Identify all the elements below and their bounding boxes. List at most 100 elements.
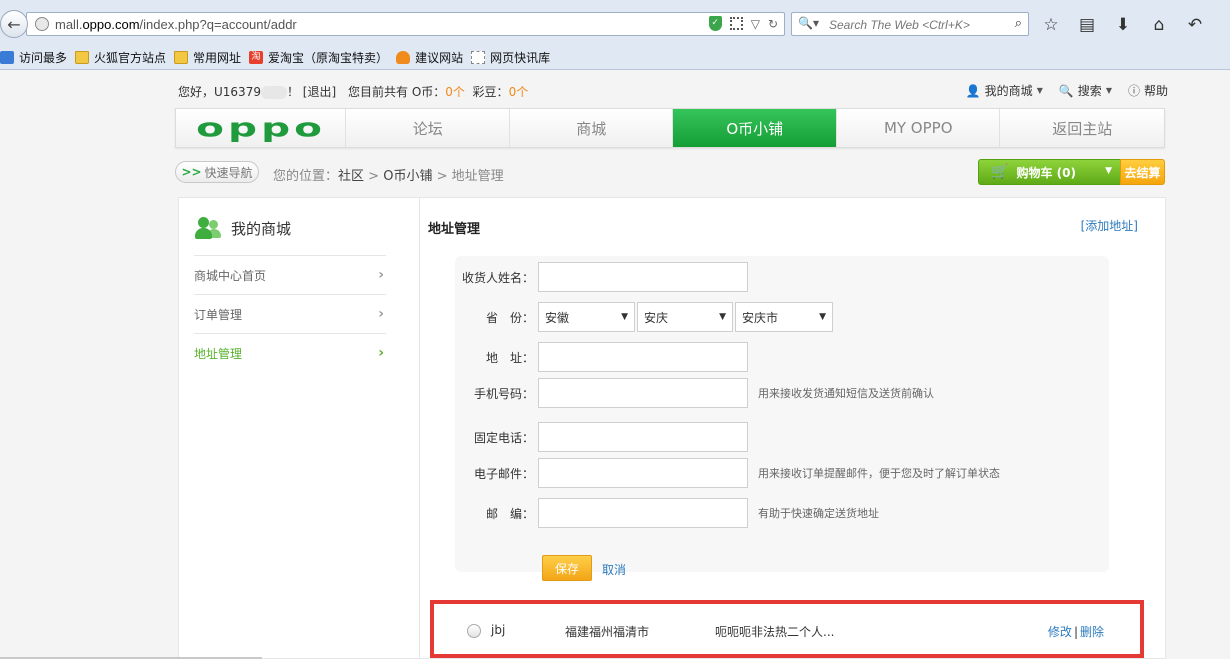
greeting-prefix: 您好，U16379 xyxy=(178,85,261,99)
greeting: 您好，U16379 ！ [退出] xyxy=(178,83,336,100)
nav-coin-shop[interactable]: O币小铺 xyxy=(673,109,837,147)
bookmark-icon xyxy=(0,50,14,64)
nav-forum[interactable]: 论坛 xyxy=(346,109,510,147)
bookmark-most-visited[interactable]: 访问最多 xyxy=(0,49,67,66)
undo-icon[interactable]: ↶ xyxy=(1184,15,1206,35)
sidebar-item-label: 订单管理 xyxy=(194,307,243,322)
double-chevron-icon: >> xyxy=(181,165,202,179)
crumb-separator: > xyxy=(368,169,380,184)
address-radio[interactable] xyxy=(467,624,481,638)
folder-icon xyxy=(174,50,189,64)
home-icon[interactable]: ⌂ xyxy=(1148,15,1170,35)
toolbar-icons: ☆ ▤ ⬇ ⌂ ↶ xyxy=(1040,15,1206,35)
crumb-coin-shop[interactable]: O币小铺 xyxy=(383,169,432,184)
nav-mall[interactable]: 商城 xyxy=(510,109,674,147)
province-select[interactable]: 安徽 ▼ xyxy=(538,302,635,332)
city-select[interactable]: 安庆 ▼ xyxy=(637,302,733,332)
phone-input[interactable] xyxy=(538,422,748,452)
city-value: 安庆 xyxy=(644,310,669,325)
sidebar-item-mall-home[interactable]: 商城中心首页 › xyxy=(194,255,386,294)
edit-address-link[interactable]: 修改 xyxy=(1048,625,1072,639)
beans-label: 彩豆： xyxy=(472,85,509,99)
sidebar-item-label: 地址管理 xyxy=(194,346,243,361)
dropdown-arrow-icon[interactable]: ▽ xyxy=(751,17,760,31)
zip-label: 邮 编： xyxy=(485,506,534,521)
bookmark-star-icon[interactable]: ☆ xyxy=(1040,15,1062,35)
zip-input[interactable] xyxy=(538,498,748,528)
mobile-input[interactable] xyxy=(538,378,748,408)
cart-icon: 🛒 xyxy=(991,164,1009,180)
bookmark-web-slices[interactable]: 网页快讯库 xyxy=(471,49,550,66)
bookmark-aitaobao[interactable]: 淘爱淘宝（原淘宝特卖） xyxy=(249,49,388,66)
bookmark-label: 建议网站 xyxy=(415,50,464,65)
breadcrumb-row: >> 快速导航 您的位置：社区 > O币小铺 > 地址管理 🛒 购物车 (0) ▼ 去… xyxy=(175,159,1165,185)
email-input[interactable] xyxy=(538,458,748,488)
bookmark-suggested[interactable]: 建议网站 xyxy=(396,49,463,66)
form-row-email: 电子邮件： 用来接收订单提醒邮件，便于您及时了解订单状态 xyxy=(455,458,1000,488)
cancel-link[interactable]: 取消 xyxy=(602,561,626,578)
shield-icon[interactable]: ✓ xyxy=(708,16,722,31)
sidebar-item-address[interactable]: 地址管理 › xyxy=(194,333,386,372)
address-list-item: jbj 福建福州福清市 呃呃呃非法热二个人... 修改 | 删除 xyxy=(430,600,1144,658)
address-input[interactable] xyxy=(538,342,748,372)
my-mall-menu[interactable]: 👤 我的商城 ▼ xyxy=(966,82,1043,99)
address-bar[interactable]: mall.oppo.com/index.php?q=account/addr ✓… xyxy=(26,12,785,36)
back-button[interactable]: ← xyxy=(0,10,28,38)
search-menu[interactable]: 🔍 搜索 ▼ xyxy=(1059,82,1112,99)
search-go-icon[interactable]: ⌕ xyxy=(1015,16,1022,31)
delete-address-link[interactable]: 删除 xyxy=(1080,625,1104,639)
search-label: 搜索 xyxy=(1077,84,1102,98)
web-search-bar[interactable]: 🔍▾ Search The Web <Ctrl+K> ⌕ xyxy=(791,12,1029,36)
search-placeholder[interactable]: Search The Web <Ctrl+K> xyxy=(829,18,970,32)
crumb-community[interactable]: 社区 xyxy=(338,169,364,184)
quick-nav-button[interactable]: >> 快速导航 xyxy=(175,161,259,183)
reading-list-icon[interactable]: ▤ xyxy=(1076,15,1098,35)
name-input[interactable] xyxy=(538,262,748,292)
url-text[interactable]: mall.oppo.com/index.php?q=account/addr xyxy=(55,17,297,32)
person-icon: 👤 xyxy=(965,83,981,98)
sidebar-item-label: 商城中心首页 xyxy=(194,268,267,283)
caret-down-icon: ▼ xyxy=(1036,86,1043,95)
bookmark-label: 网页快讯库 xyxy=(490,50,551,65)
bookmark-label: 爱淘宝（原淘宝特卖） xyxy=(268,50,389,65)
form-row-address: 地 址： xyxy=(455,342,748,372)
triangle-down-icon: ▼ xyxy=(621,312,628,322)
form-row-mobile: 手机号码： 用来接收发货通知短信及送货前确认 xyxy=(455,378,934,408)
bookmark-common-sites[interactable]: 常用网址 xyxy=(174,49,241,66)
sidebar-title-text: 我的商城 xyxy=(231,219,292,238)
qr-code-icon[interactable] xyxy=(729,17,743,30)
oppo-logo[interactable]: oppo xyxy=(176,109,347,147)
folder-icon xyxy=(75,50,90,64)
caret-down-icon: ▼ xyxy=(1105,166,1112,176)
location-label: 您的位置： xyxy=(273,169,339,184)
beans-value: 0个 xyxy=(508,85,529,99)
save-button[interactable]: 保存 xyxy=(542,555,592,581)
user-topbar: 您好，U16379！ [退出] 您目前共有 O币：0个 彩豆：0个 👤 我的商城 ▼… xyxy=(178,81,1168,101)
search-engine-icon[interactable]: 🔍▾ xyxy=(798,16,819,30)
logout-link[interactable]: ！ [退出] xyxy=(287,85,336,99)
help-link[interactable]: ⓘ 帮助 xyxy=(1128,82,1168,99)
download-icon[interactable]: ⬇ xyxy=(1112,15,1134,35)
coin-balance: 您目前共有 O币：0个 彩豆：0个 xyxy=(348,83,528,100)
reload-icon[interactable]: ↻ xyxy=(768,17,778,31)
province-label: 省 份： xyxy=(485,310,534,325)
sidebar-item-orders[interactable]: 订单管理 › xyxy=(194,294,386,333)
cart-button[interactable]: 🛒 购物车 (0) ▼ xyxy=(978,159,1121,185)
nav-back-home[interactable]: 返回主站 xyxy=(1000,109,1164,147)
address-street: 呃呃呃非法热二个人... xyxy=(715,625,835,639)
url-domain: oppo.com xyxy=(82,17,140,32)
page: 您好，U16379！ [退出] 您目前共有 O币：0个 彩豆：0个 👤 我的商城 ▼… xyxy=(0,71,1230,659)
main-navigation: oppo 论坛 商城 O币小铺 MY OPPO 返回主站 xyxy=(175,108,1165,148)
cart-label: 购物车 (0) xyxy=(1016,165,1076,180)
add-address-link[interactable]: [添加地址] xyxy=(1081,217,1138,234)
search-icon: 🔍 xyxy=(1058,83,1074,98)
globe-icon xyxy=(35,17,49,31)
address-form: 收货人姓名： 省 份： 安徽 ▼ 安庆 ▼ 安庆市 ▼ 地 址： 手机号码： 用来接收… xyxy=(455,256,1109,581)
page-title: 地址管理 xyxy=(428,222,481,237)
nav-my-oppo[interactable]: MY OPPO xyxy=(837,109,1001,147)
district-select[interactable]: 安庆市 ▼ xyxy=(735,302,833,332)
coins-value: 0个 xyxy=(445,85,465,99)
bookmark-firefox-site[interactable]: 火狐官方站点 xyxy=(75,49,166,66)
coins-label: 您目前共有 O币： xyxy=(348,85,446,99)
checkout-button[interactable]: 去结算 xyxy=(1120,159,1165,185)
